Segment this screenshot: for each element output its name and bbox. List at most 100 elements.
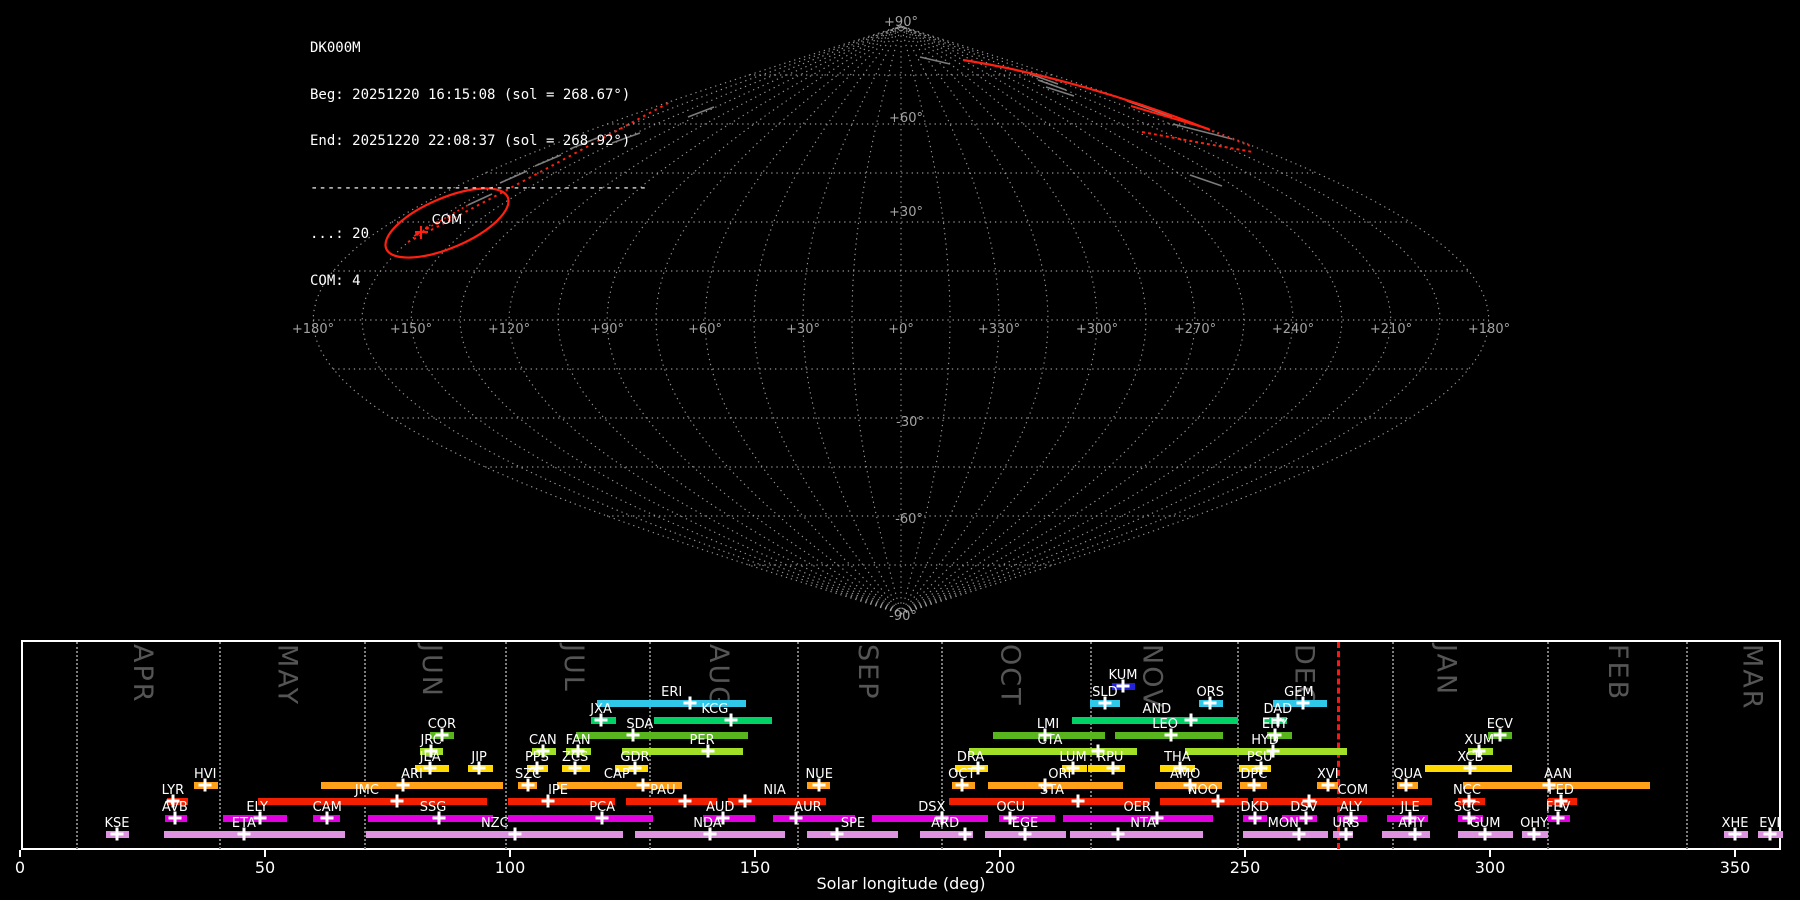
shower-code-xcb: XCB (1457, 750, 1484, 765)
month-label: FEB (1601, 644, 1633, 702)
month-label: MAR (1736, 644, 1768, 711)
shower-peak-marker-cap (636, 778, 650, 792)
shower-code-ard: ARD (931, 816, 960, 831)
shower-code-ipe: IPE (548, 783, 568, 798)
shower-code-pau: PAU (650, 783, 676, 798)
shower-code-aly: ALY (1339, 800, 1363, 815)
shower-code-aan: AAN (1544, 767, 1573, 782)
x-axis-tick-label: 50 (254, 858, 276, 877)
shower-bar-pau (626, 798, 717, 805)
shower-code-jip: JIP (471, 750, 487, 765)
meteor-radiant-screen: +180° +150° +120° +90° +60° +30° +0° +330° +300°… (0, 0, 1800, 900)
shower-code-ohy: OHY (1520, 816, 1549, 831)
x-axis-tick-label: 0 (14, 858, 26, 877)
shower-code-ssg: SSG (419, 800, 447, 815)
x-axis-tick-label: 300 (1474, 858, 1506, 877)
shower-code-ahy: AHY (1398, 816, 1425, 831)
shower-code-ari: ARI (401, 767, 423, 782)
shower-code-ors: ORS (1196, 685, 1224, 700)
shower-bar-noo (1160, 798, 1248, 805)
shower-bar-sta (949, 798, 1150, 805)
x-axis-title: Solar longitude (deg) (816, 874, 986, 893)
shower-code-jea: JEA (419, 750, 441, 765)
shower-peak-marker-nzc (508, 827, 522, 841)
shower-peak-marker-eri (683, 696, 697, 710)
shower-code-kcg: KCG (701, 702, 729, 717)
month-boundary-line (76, 642, 79, 849)
shower-code-eri: ERI (661, 685, 683, 700)
month-boundary-line (364, 642, 367, 849)
shower-code-ege: EGE (1011, 816, 1039, 831)
shower-peak-marker-sta (1071, 794, 1085, 808)
shower-code-avb: AVB (161, 800, 188, 815)
shower-code-aud: AUD (705, 800, 735, 815)
shower-code-aur: AUR (794, 800, 822, 815)
x-axis-tick (509, 850, 511, 857)
month-label: JAN (1430, 644, 1462, 697)
shower-code-oer: OER (1123, 800, 1151, 815)
shower-code-nda: NDA (693, 816, 722, 831)
shower-code-noo: NOO (1187, 783, 1218, 798)
shower-bar-ssg (367, 815, 493, 822)
shower-code-kse: KSE (104, 816, 130, 831)
month-label: MAY (271, 644, 303, 707)
shower-code-tha: THA (1164, 750, 1191, 765)
shower-code-hvi: HVI (193, 767, 217, 782)
shower-code-oct: OCT (948, 767, 976, 782)
month-label: JUL (558, 644, 590, 693)
shower-code-gum: GUM (1469, 816, 1501, 831)
shower-code-pps: PPS (524, 750, 549, 765)
shower-code-kum: KUM (1108, 668, 1138, 683)
x-axis-tick (1489, 850, 1491, 857)
x-axis-tick-label: 250 (1229, 858, 1261, 877)
shower-code-ely: ELY (246, 800, 268, 815)
shower-code-scc: SCC (1453, 800, 1481, 815)
shower-bar-nta (1070, 831, 1203, 838)
shower-peak-marker-ard (958, 827, 972, 841)
shower-code-dra: DRA (956, 750, 985, 765)
shower-code-fan: FAN (565, 733, 591, 748)
shower-code-ecv: ECV (1486, 717, 1513, 732)
activity-timeline: Solar longitude (deg) APR MAY JUN JUL AUG SEP… (0, 0, 1800, 900)
shower-code-xhe: XHE (1721, 816, 1749, 831)
month-label: NOV (1136, 644, 1168, 710)
month-label: APR (127, 644, 158, 704)
shower-bar-ari (320, 782, 504, 789)
x-axis-tick (1244, 850, 1246, 857)
shower-code-hyd: HYD (1251, 733, 1279, 748)
month-label: SEP (852, 644, 884, 701)
shower-code-dpc: DPC (1240, 767, 1268, 782)
shower-bar-sda (576, 732, 749, 739)
shower-code-amo: AMO (1170, 767, 1201, 782)
shower-code-jmc: JMC (354, 783, 379, 798)
shower-code-cta: CTA (1037, 733, 1063, 748)
shower-code-nta: NTA (1130, 816, 1156, 831)
shower-code-per: PER (689, 733, 715, 748)
shower-code-eta: ETA (231, 816, 256, 831)
shower-code-jle: JLE (1400, 800, 1420, 815)
shower-code-nzc: NZC (480, 816, 509, 831)
x-axis-tick (19, 850, 21, 857)
shower-code-dkd: DKD (1240, 800, 1270, 815)
shower-code-sda: SDA (626, 717, 654, 732)
shower-peak-marker-pau (678, 794, 692, 808)
shower-code-jxa: JXA (590, 702, 612, 717)
shower-code-sta: STA (1039, 783, 1064, 798)
shower-code-nue: NUE (805, 767, 833, 782)
shower-code-ncc: NCC (1453, 783, 1481, 798)
shower-bar-kcg (654, 717, 773, 724)
shower-peak-marker-jmc (390, 794, 404, 808)
x-axis-tick (754, 850, 756, 857)
shower-code-leo: LEO (1152, 717, 1178, 732)
x-axis-tick-label: 150 (739, 858, 771, 877)
x-axis-tick-label: 200 (984, 858, 1016, 877)
shower-code-gem: GEM (1284, 685, 1314, 700)
shower-bar-jmc (258, 798, 487, 805)
shower-code-spe: SPE (840, 816, 866, 831)
shower-code-gdr: GDR (620, 750, 650, 765)
shower-code-can: CAN (528, 733, 557, 748)
shower-code-ehy: EHY (1261, 717, 1288, 732)
month-boundary-line (218, 642, 221, 849)
shower-code-pca: PCA (589, 800, 616, 815)
shower-code-zcs: ZCS (562, 750, 589, 765)
